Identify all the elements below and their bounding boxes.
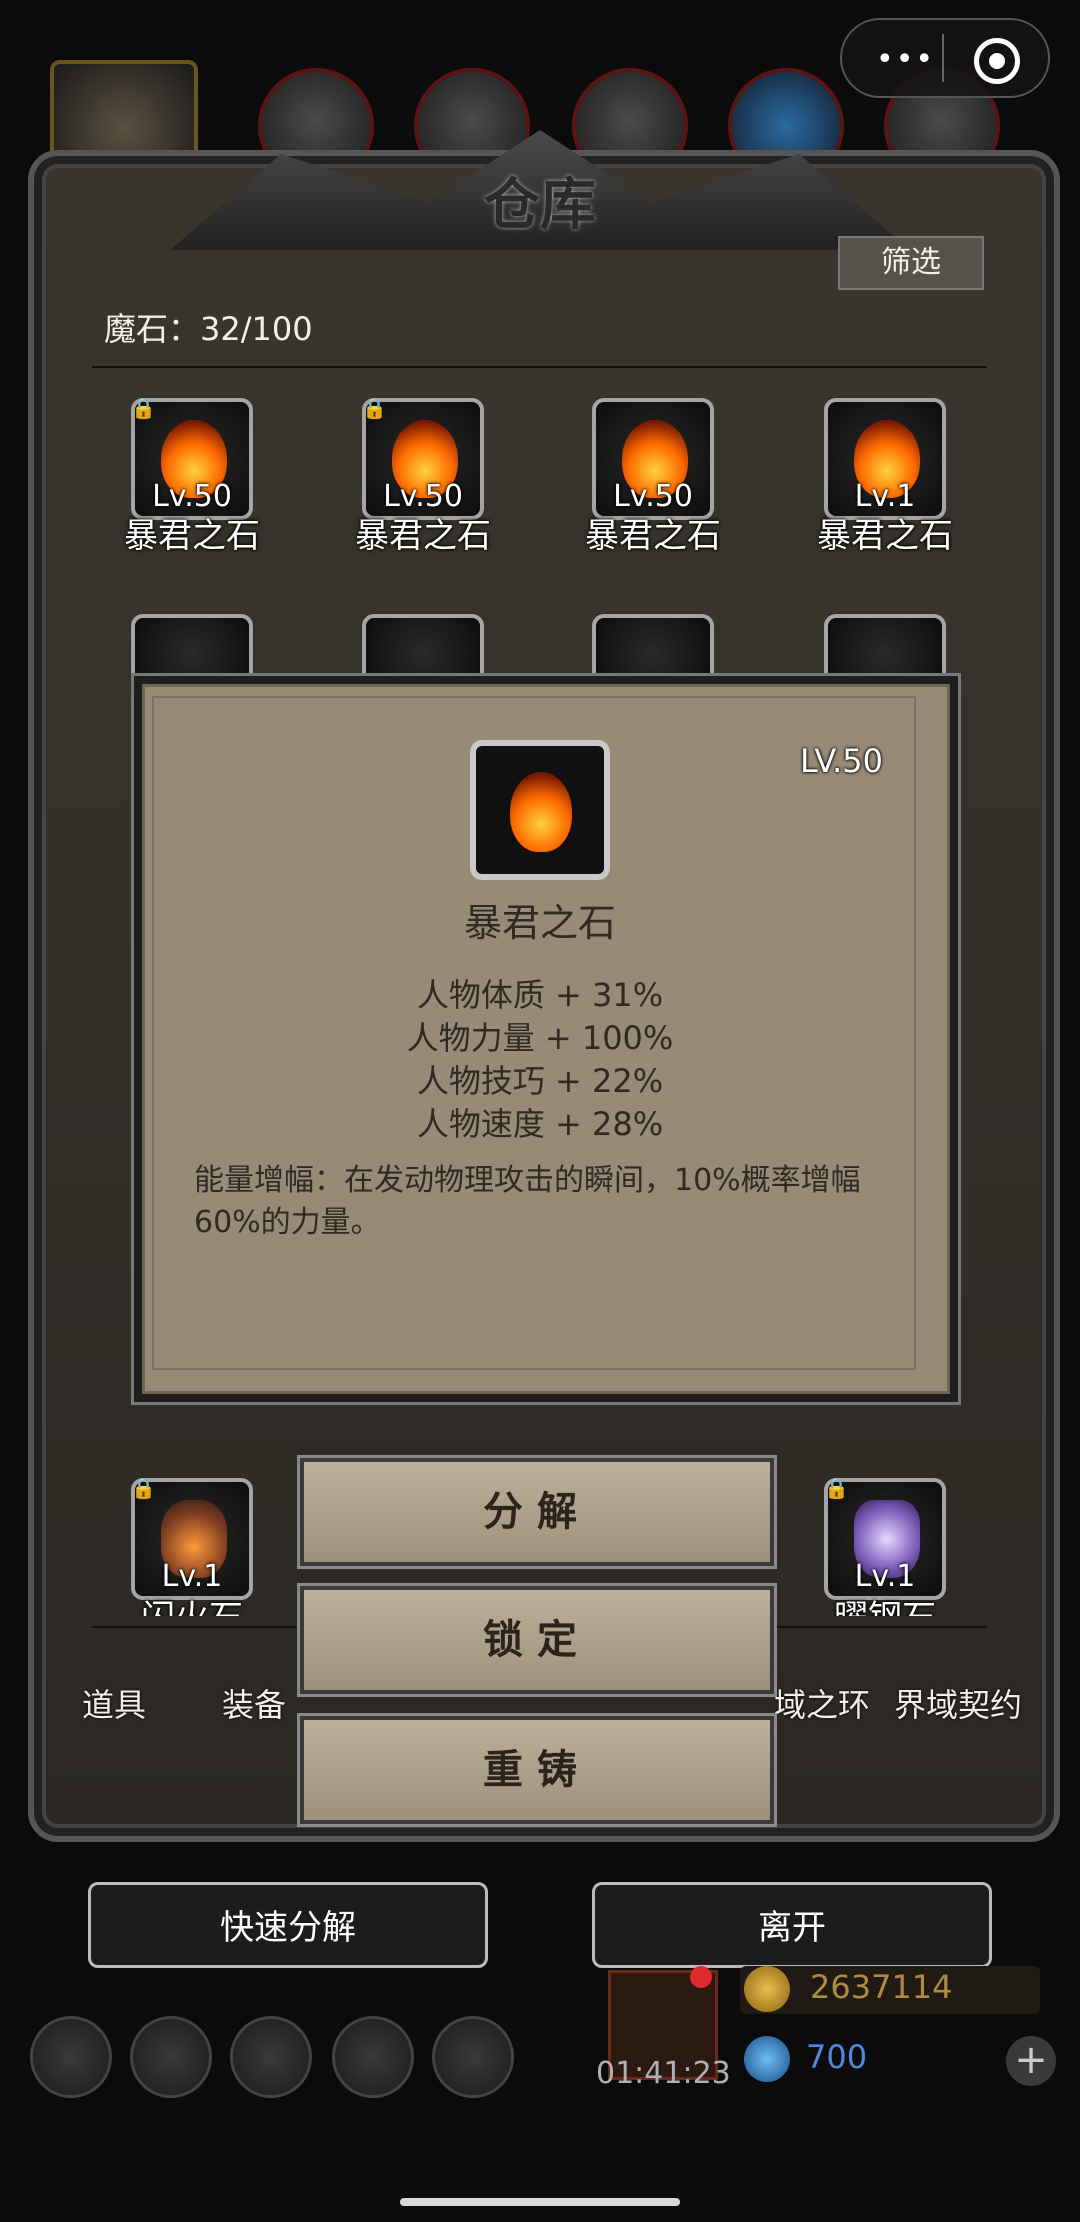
stone-count-label: 魔石：32/100 — [104, 310, 313, 348]
item-slot[interactable]: 🔒 Lv.1 — [131, 1476, 253, 1600]
tab-domain-ring[interactable]: 域之环 — [774, 1680, 870, 1726]
item-name: 暴君之石 — [355, 516, 491, 556]
popup-item-name: 暴君之石 — [463, 901, 616, 945]
rank-icon[interactable] — [230, 2016, 312, 2098]
gold-coin-icon — [744, 1966, 790, 2012]
tab-domain-contract[interactable]: 界域契约 — [894, 1680, 1022, 1726]
lock-icon: 🔒 — [824, 1476, 849, 1500]
item-level: Lv.1 — [854, 1559, 916, 1594]
decompose-button[interactable]: 分解 — [300, 1458, 774, 1566]
quick-decompose-button[interactable]: 快速分解 — [88, 1882, 488, 1968]
item-level: Lv.1 — [161, 1559, 223, 1594]
item-slot[interactable]: 🔒 Lv.50 — [362, 396, 484, 520]
leave-button[interactable]: 离开 — [592, 1882, 992, 1968]
stat-skill: 人物技巧 + 22% — [416, 1062, 664, 1100]
stat-strength: 人物力量 + 100% — [406, 1019, 674, 1057]
tyrant-stone-icon — [470, 740, 610, 880]
tab-equipment[interactable]: 装备 — [222, 1680, 286, 1726]
capsule-divider — [942, 34, 944, 82]
close-target-icon[interactable] — [974, 38, 1020, 84]
item-name: 暴君之石 — [585, 516, 721, 556]
lock-icon: 🔒 — [131, 396, 156, 420]
settings-gear-icon[interactable] — [30, 2016, 112, 2098]
divider — [92, 366, 987, 368]
page-title: 仓库 — [484, 172, 596, 238]
notification-dot — [690, 1966, 712, 1988]
gift-timer: 01:41:23 — [596, 2056, 731, 2091]
recast-button[interactable]: 重铸 — [300, 1716, 774, 1824]
lock-button[interactable]: 锁定 — [300, 1586, 774, 1694]
gem-amount: 700 — [806, 2038, 868, 2076]
filter-button[interactable]: 筛选 — [838, 236, 984, 290]
star-badge-icon[interactable] — [130, 2016, 212, 2098]
item-name: 暴君之石 — [817, 516, 953, 556]
tab-items[interactable]: 道具 — [82, 1680, 146, 1726]
item-slot[interactable]: 🔒 Lv.1 — [824, 1476, 946, 1600]
item-slot[interactable]: Lv.1 — [824, 398, 946, 520]
miniprogram-capsule: ••• — [840, 18, 1050, 98]
item-name: 曜钢石 — [785, 1590, 985, 1616]
stat-speed: 人物速度 + 28% — [416, 1105, 664, 1143]
add-currency-button[interactable]: + — [1006, 2036, 1056, 2086]
mail-icon[interactable] — [332, 2016, 414, 2098]
item-name: 暴君之石 — [124, 516, 260, 556]
shop-icon[interactable] — [432, 2016, 514, 2098]
lock-icon: 🔒 — [131, 1476, 156, 1500]
item-slot[interactable]: Lv.50 — [592, 398, 714, 520]
gem-icon — [744, 2036, 790, 2082]
more-dots-icon[interactable]: ••• — [876, 42, 935, 77]
item-slot[interactable]: 🔒 Lv.50 — [131, 396, 253, 520]
popup-description: 能量增幅：在发动物理攻击的瞬间，10%概率增幅60%的力量。 — [194, 1163, 861, 1240]
popup-level: LV.50 — [800, 742, 883, 780]
home-indicator — [400, 2198, 680, 2206]
item-name: 闪火石 — [92, 1590, 292, 1616]
gold-amount: 2637114 — [810, 1968, 953, 2006]
stat-constitution: 人物体质 + 31% — [416, 976, 664, 1014]
lock-icon: 🔒 — [362, 396, 387, 420]
